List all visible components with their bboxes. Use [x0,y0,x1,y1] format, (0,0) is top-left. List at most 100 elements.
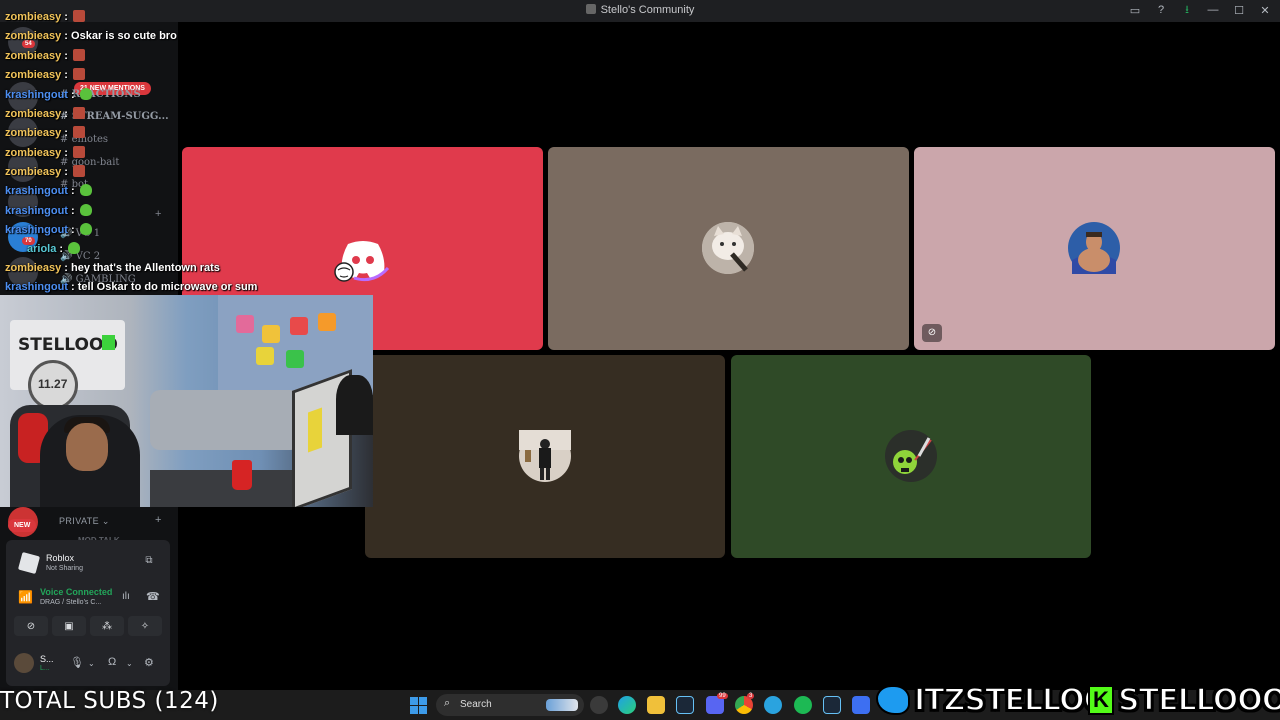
search-icon: ⌕ [444,697,451,709]
microphone-icon[interactable]: 🎙 [70,656,84,669]
video-tile-4[interactable] [365,355,725,558]
maximize-icon[interactable]: ☐ [1232,3,1246,17]
telegram-icon[interactable] [764,696,782,714]
file-explorer-icon[interactable] [647,696,665,714]
chat-line: zombieasy : Oskar is so cute bro [5,30,177,42]
user-row: S... L... 🎙 ⌄ Ω ⌄ ⚙ [6,650,170,682]
kick-logo-icon [102,335,115,350]
emote-icon [73,126,86,138]
noise-suppression-icon[interactable]: ılı [122,591,130,602]
poster [290,317,308,335]
roblox-icon [17,551,41,575]
person-avatar-icon [519,430,571,482]
steam-icon[interactable] [676,696,694,714]
app-blue-icon[interactable] [852,696,870,714]
activity-title: Roblox [46,553,75,563]
task-view-icon[interactable] [590,696,608,714]
emote-icon [68,242,81,254]
webcam-overlay: STELLOOO 11.27 [0,295,373,507]
activities-icon: ⁂ [102,620,112,632]
chevron-down-icon[interactable]: ⌄ [88,659,95,668]
chat-line: ariola : [5,242,81,255]
private-label: PRIVATE [59,516,99,526]
disconnect-icon[interactable]: ☎ [146,590,160,603]
user-status: L... [40,665,50,672]
poster [256,347,274,365]
chat-username: krashingout [5,281,68,293]
inbox-icon[interactable]: ▭ [1128,3,1142,17]
share-screen-button[interactable]: ▣ [52,616,86,636]
webcam-bed [150,390,300,450]
webcam-lamp [336,375,373,435]
emote-icon [73,68,86,80]
total-subs-counter: TOTAL SUBS (124) [0,688,219,714]
camera-off-icon: ⊘ [26,620,36,632]
voice-channel[interactable]: DRAG / Stello's C... [40,599,101,606]
wrestler-avatar-icon [1068,222,1120,274]
twitter-icon [876,685,910,715]
server-icon [585,4,596,14]
taskbar-search[interactable]: ⌕ Search [436,694,584,716]
chat-line: zombieasy : [5,68,86,81]
chat-line: krashingout : [5,184,92,197]
skull-avatar-icon [885,430,937,482]
emote-icon [73,10,86,22]
chat-username: zombieasy [5,108,62,120]
help-icon[interactable]: ? [1154,3,1168,17]
chat-username: zombieasy [5,166,62,178]
chat-username: ariola [27,243,57,255]
chat-username: krashingout [5,224,68,236]
emote-icon [79,184,92,196]
chat-username: zombieasy [5,50,62,62]
voice-status[interactable]: Voice Connected [40,587,112,597]
chevron-down-icon[interactable]: ⌄ [126,659,133,668]
chat-line: krashingout : [5,204,92,217]
window-title-text: Stello's Community [600,4,695,16]
chat-username: zombieasy [5,147,62,159]
chat-line: zombieasy : [5,165,86,178]
user-name[interactable]: S... [40,654,54,664]
stream-game-icon[interactable]: ⧉ [142,555,156,569]
chat-message: hey that's the Allentown rats [71,262,220,274]
webcam-desk [150,470,300,507]
poster [318,313,336,331]
twitter-handle: ITZSTELLOO [876,682,1110,719]
spotify-icon[interactable] [794,696,812,714]
emote-icon [73,146,86,158]
chat-line: zombieasy : [5,146,86,159]
new-badge[interactable]: NEW [8,519,37,532]
settings-gear-icon[interactable]: ⚙ [144,656,154,669]
soundboard-button[interactable]: ✧ [128,616,162,636]
chat-username: krashingout [5,89,68,101]
signal-icon[interactable]: 📶 [18,590,33,604]
chat-username: zombieasy [5,30,62,42]
edge-icon[interactable] [618,696,636,714]
camera-off-button[interactable]: ⊘ [14,616,48,636]
poster [262,325,280,343]
add-private-icon[interactable]: + [155,514,161,526]
chat-line: krashingout : [5,88,92,101]
steam-2-icon[interactable] [823,696,841,714]
emote-icon [79,88,92,100]
poster [236,315,254,333]
poster [286,350,304,368]
stream-chat-overlay: zombieasy : zombieasy : Oskar is so cute… [0,0,257,300]
search-highlight-image [546,699,578,711]
minimize-icon[interactable]: — [1206,3,1220,17]
video-tile-3[interactable]: ⊘ [914,147,1275,350]
headphones-icon[interactable]: Ω [108,656,116,668]
avatar[interactable] [14,653,34,673]
private-category[interactable]: PRIVATE ⌄ [59,516,110,527]
video-tile-5[interactable] [731,355,1091,558]
screen-share-off-icon[interactable]: ⊘ [922,324,942,342]
chat-message: tell Oskar to do microwave or sum [77,281,258,293]
windows-start-icon[interactable] [410,697,427,714]
activities-button[interactable]: ⁂ [90,616,124,636]
chat-line: krashingout : [5,223,92,236]
discord-badge: 99 [717,693,728,699]
video-tile-2[interactable] [548,147,909,350]
close-icon[interactable]: ✕ [1258,3,1272,17]
webcam-face [66,423,108,471]
emote-icon [73,49,86,61]
download-icon[interactable]: ⭳ [1180,3,1194,17]
